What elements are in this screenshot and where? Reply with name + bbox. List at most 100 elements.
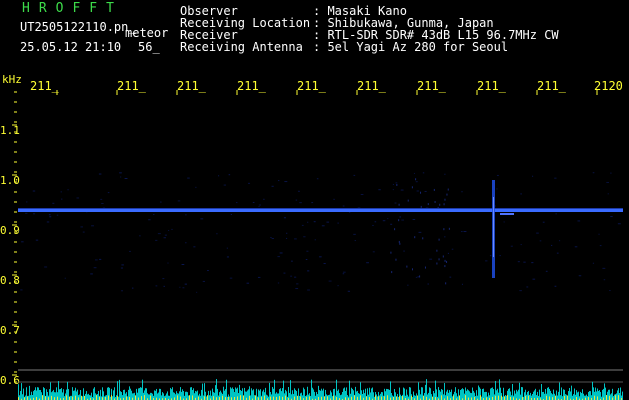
noise-bar (89, 395, 90, 400)
noise-speck (294, 238, 297, 240)
noise-bar (37, 387, 38, 400)
noise-bar (128, 389, 129, 400)
noise-speck (168, 229, 170, 231)
noise-speck (496, 174, 499, 176)
noise-speck (91, 225, 94, 227)
noise-speck (124, 178, 128, 180)
noise-peak (465, 395, 466, 400)
noise-bar (598, 390, 599, 400)
meteor-scatter (447, 188, 449, 191)
noise-bar (40, 390, 41, 400)
noise-bar (574, 388, 575, 400)
noise-peak (441, 395, 442, 400)
noise-bar (416, 393, 417, 400)
noise-speck (98, 173, 102, 175)
noise-speck (120, 267, 124, 269)
noise-bar (512, 383, 513, 400)
noise-bar (401, 396, 402, 400)
noise-bar (619, 392, 620, 400)
noise-peak (45, 396, 46, 400)
noise-bar (544, 393, 545, 400)
noise-speck (577, 220, 581, 222)
noise-peak (192, 395, 193, 400)
noise-bar (329, 394, 330, 400)
noise-bar (161, 395, 162, 400)
carrier-line (18, 209, 623, 212)
noise-speck (444, 173, 446, 175)
noise-bar (446, 391, 447, 400)
noise-bar (421, 387, 422, 400)
noise-speck (187, 177, 190, 179)
noise-bar (519, 382, 520, 400)
noise-bar (439, 390, 440, 400)
noise-bar (385, 391, 386, 400)
noise-bar (587, 396, 588, 400)
noise-bar (310, 395, 311, 400)
noise-peak (111, 395, 112, 400)
noise-bar (610, 394, 611, 400)
noise-speck (163, 237, 166, 239)
noise-speck (163, 285, 165, 287)
meteor-scatter (433, 188, 435, 191)
noise-bar (368, 394, 369, 400)
noise-bar (125, 393, 126, 400)
noise-bar (481, 396, 482, 400)
noise-bar (139, 388, 140, 400)
noise-bar (371, 388, 372, 400)
noise-bar (376, 394, 377, 400)
noise-bar (551, 393, 552, 400)
noise-bar (289, 392, 290, 400)
noise-bar (223, 386, 224, 400)
noise-bar (364, 393, 365, 400)
noise-bar (341, 394, 342, 400)
noise-speck (157, 233, 161, 235)
noise-speck (378, 189, 381, 191)
noise-peak (285, 395, 286, 400)
noise-peak (177, 395, 178, 400)
noise-bar (557, 395, 558, 400)
noise-bar (568, 391, 569, 400)
noise-speck (447, 252, 449, 254)
noise-bar (244, 387, 245, 400)
noise-peak (264, 395, 265, 400)
filename: UT2505122110.pn_ (20, 20, 136, 34)
noise-speck (193, 246, 196, 248)
noise-bar (425, 384, 426, 400)
noise-bar (514, 390, 515, 400)
noise-bar (59, 389, 60, 400)
noise-speck (606, 181, 609, 183)
noise-speck (167, 262, 169, 264)
noise-speck (271, 238, 274, 240)
noise-peak (135, 395, 136, 400)
noise-peak (243, 395, 244, 400)
noise-bar (617, 390, 618, 400)
noise-bar (152, 393, 153, 400)
mode-label: meteor (125, 26, 169, 40)
noise-speck (311, 202, 314, 204)
noise-bar (356, 391, 357, 400)
noise-peak (597, 396, 598, 400)
noise-speck (610, 172, 612, 174)
noise-bar (299, 395, 300, 400)
noise-peak (222, 395, 223, 400)
noise-peak (375, 395, 376, 400)
noise-bar (596, 391, 597, 400)
noise-bar (592, 381, 593, 400)
noise-bar (578, 391, 579, 400)
noise-bar (533, 391, 534, 400)
noise-bar (232, 387, 233, 400)
noise-speck (60, 191, 62, 193)
noise-bar (274, 379, 275, 400)
noise-speck (94, 259, 98, 261)
noise-peak (75, 395, 76, 400)
noise-speck (64, 277, 66, 279)
noise-peak (333, 395, 334, 400)
noise-bar (278, 393, 279, 400)
meteor-scatter (446, 260, 448, 263)
noise-speck (185, 214, 187, 216)
noise-bar (301, 392, 302, 400)
noise-bar (151, 392, 152, 400)
noise-bar (314, 391, 315, 400)
noise-speck (554, 177, 557, 179)
meteor-scatter (443, 228, 445, 231)
